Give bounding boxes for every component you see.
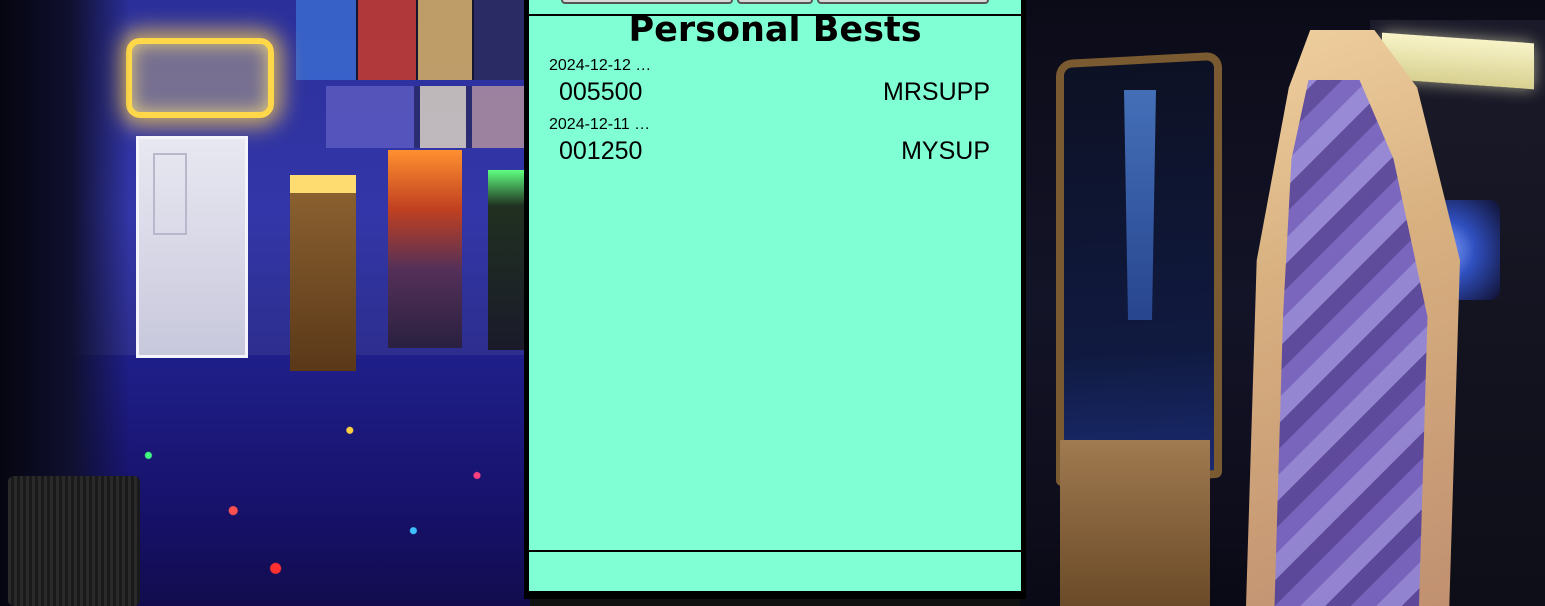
entry-player-name: MRSUPP <box>883 78 990 106</box>
panel-body: Personal Bests 2024-12-12 … 005500 MRSUP… <box>529 0 1021 591</box>
entry-player-name: MYSUP <box>901 137 990 165</box>
pinball-machine <box>388 150 462 348</box>
entry-date: 2024-12-12 … <box>549 57 652 74</box>
entry-score: 001250 <box>559 137 643 165</box>
background-right-arcade-cabinets <box>1020 0 1545 606</box>
arcade-cabinet <box>290 175 356 371</box>
top-button-middle[interactable] <box>737 0 813 4</box>
white-door <box>136 136 248 358</box>
speaker <box>8 476 140 606</box>
personal-bests-panel: Personal Bests 2024-12-12 … 005500 MRSUP… <box>524 0 1026 599</box>
entry-score: 005500 <box>559 78 643 106</box>
panel-footer <box>529 550 1021 591</box>
panel-title: Personal Bests <box>628 10 922 50</box>
entry-date: 2024-12-11 … <box>549 116 651 133</box>
wall-posters-lower <box>326 86 530 148</box>
zaxxon-cabinet-side <box>1060 440 1210 606</box>
top-button-left[interactable] <box>561 0 733 4</box>
neon-sign <box>126 38 274 118</box>
background-left-arcade-room <box>0 0 530 606</box>
top-button-right[interactable] <box>817 0 989 4</box>
arcade-scene: Personal Bests 2024-12-12 … 005500 MRSUP… <box>0 0 1545 606</box>
wall-posters <box>296 0 530 80</box>
